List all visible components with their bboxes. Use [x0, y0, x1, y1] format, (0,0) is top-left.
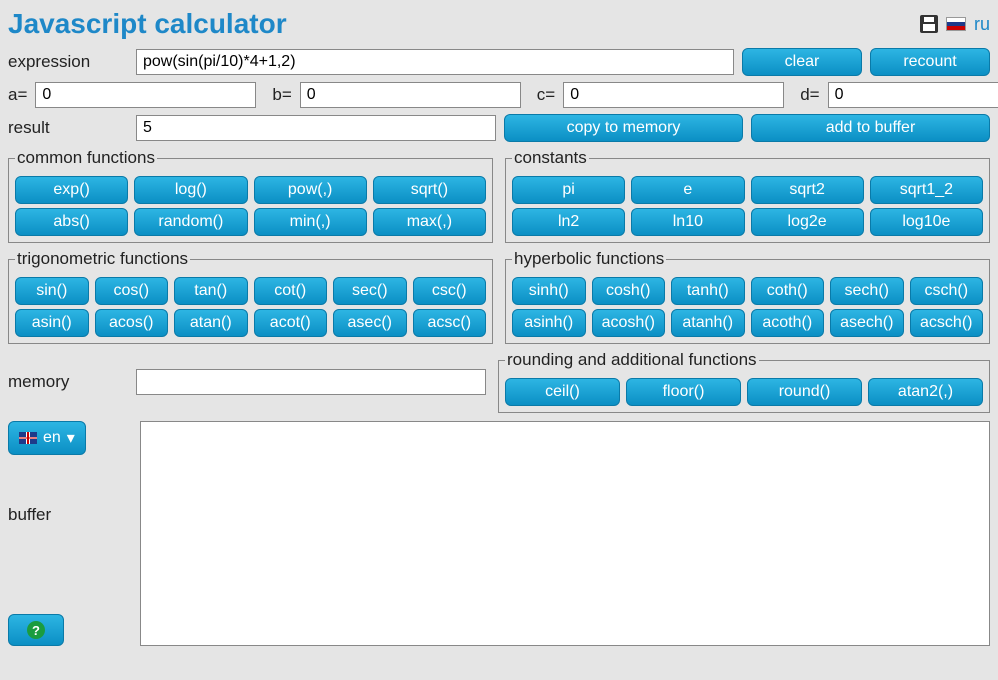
chevron-down-icon: ▾: [67, 428, 75, 448]
fn-sqrt[interactable]: sqrt(): [373, 176, 486, 204]
var-d-label: d=: [800, 85, 819, 105]
fn-asech[interactable]: asech(): [830, 309, 904, 337]
fn-cosh[interactable]: cosh(): [592, 277, 666, 305]
var-a-input[interactable]: [35, 82, 256, 108]
flag-en-icon: [19, 432, 37, 444]
fn-acsch[interactable]: acsch(): [910, 309, 984, 337]
result-label: result: [8, 118, 128, 138]
const-sqrt1-2[interactable]: sqrt1_2: [870, 176, 983, 204]
recount-button[interactable]: recount: [870, 48, 990, 76]
fn-max[interactable]: max(,): [373, 208, 486, 236]
const-log10e[interactable]: log10e: [870, 208, 983, 236]
fn-exp[interactable]: exp(): [15, 176, 128, 204]
buffer-label: buffer: [8, 505, 132, 525]
memory-label: memory: [8, 372, 128, 392]
fn-sin[interactable]: sin(): [15, 277, 89, 305]
fn-cot[interactable]: cot(): [254, 277, 328, 305]
fn-sinh[interactable]: sinh(): [512, 277, 586, 305]
constants-legend: constants: [512, 148, 589, 168]
fn-coth[interactable]: coth(): [751, 277, 825, 305]
expression-label: expression: [8, 52, 128, 72]
fn-csc[interactable]: csc(): [413, 277, 487, 305]
hyper-legend: hyperbolic functions: [512, 249, 666, 269]
fn-sec[interactable]: sec(): [333, 277, 407, 305]
var-c-label: c=: [537, 85, 555, 105]
var-d-input[interactable]: [828, 82, 998, 108]
const-ln2[interactable]: ln2: [512, 208, 625, 236]
fn-round[interactable]: round(): [747, 378, 862, 406]
flag-ru-icon[interactable]: [946, 17, 966, 31]
const-e[interactable]: e: [631, 176, 744, 204]
fn-tan[interactable]: tan(): [174, 277, 248, 305]
expression-input[interactable]: [136, 49, 734, 75]
fn-asin[interactable]: asin(): [15, 309, 89, 337]
fn-atanh[interactable]: atanh(): [671, 309, 745, 337]
const-log2e[interactable]: log2e: [751, 208, 864, 236]
copy-to-memory-button[interactable]: copy to memory: [504, 114, 743, 142]
fn-min[interactable]: min(,): [254, 208, 367, 236]
constants-group: constants pi e sqrt2 sqrt1_2 ln2 ln10 lo…: [505, 148, 990, 243]
add-to-buffer-button[interactable]: add to buffer: [751, 114, 990, 142]
rounding-legend: rounding and additional functions: [505, 350, 759, 370]
fn-atan2[interactable]: atan2(,): [868, 378, 983, 406]
fn-pow[interactable]: pow(,): [254, 176, 367, 204]
fn-acos[interactable]: acos(): [95, 309, 169, 337]
var-c-input[interactable]: [563, 82, 784, 108]
var-a-label: a=: [8, 85, 27, 105]
lang-ru-link[interactable]: ru: [974, 14, 990, 35]
trig-legend: trigonometric functions: [15, 249, 190, 269]
fn-acosh[interactable]: acosh(): [592, 309, 666, 337]
fn-csch[interactable]: csch(): [910, 277, 984, 305]
const-pi[interactable]: pi: [512, 176, 625, 204]
common-functions-legend: common functions: [15, 148, 157, 168]
fn-atan[interactable]: atan(): [174, 309, 248, 337]
fn-acot[interactable]: acot(): [254, 309, 328, 337]
var-b-label: b=: [272, 85, 291, 105]
fn-cos[interactable]: cos(): [95, 277, 169, 305]
fn-log[interactable]: log(): [134, 176, 247, 204]
page-title: Javascript calculator: [8, 8, 287, 40]
fn-floor[interactable]: floor(): [626, 378, 741, 406]
common-functions-group: common functions exp() log() pow(,) sqrt…: [8, 148, 493, 243]
const-sqrt2[interactable]: sqrt2: [751, 176, 864, 204]
var-b-input[interactable]: [300, 82, 521, 108]
fn-asec[interactable]: asec(): [333, 309, 407, 337]
fn-tanh[interactable]: tanh(): [671, 277, 745, 305]
const-ln10[interactable]: ln10: [631, 208, 744, 236]
fn-acoth[interactable]: acoth(): [751, 309, 825, 337]
trig-functions-group: trigonometric functions sin() cos() tan(…: [8, 249, 493, 344]
buffer-textarea[interactable]: [140, 421, 990, 646]
memory-input[interactable]: [136, 369, 486, 395]
lang-selected: en: [43, 429, 61, 447]
help-button[interactable]: ?: [8, 614, 64, 646]
language-select[interactable]: en ▾: [8, 421, 86, 455]
fn-abs[interactable]: abs(): [15, 208, 128, 236]
rounding-group: rounding and additional functions ceil()…: [498, 350, 990, 413]
fn-sech[interactable]: sech(): [830, 277, 904, 305]
help-icon: ?: [27, 621, 45, 639]
fn-ceil[interactable]: ceil(): [505, 378, 620, 406]
clear-button[interactable]: clear: [742, 48, 862, 76]
fn-acsc[interactable]: acsc(): [413, 309, 487, 337]
fn-random[interactable]: random(): [134, 208, 247, 236]
hyper-functions-group: hyperbolic functions sinh() cosh() tanh(…: [505, 249, 990, 344]
result-output[interactable]: [136, 115, 496, 141]
save-icon[interactable]: [920, 15, 938, 33]
fn-asinh[interactable]: asinh(): [512, 309, 586, 337]
